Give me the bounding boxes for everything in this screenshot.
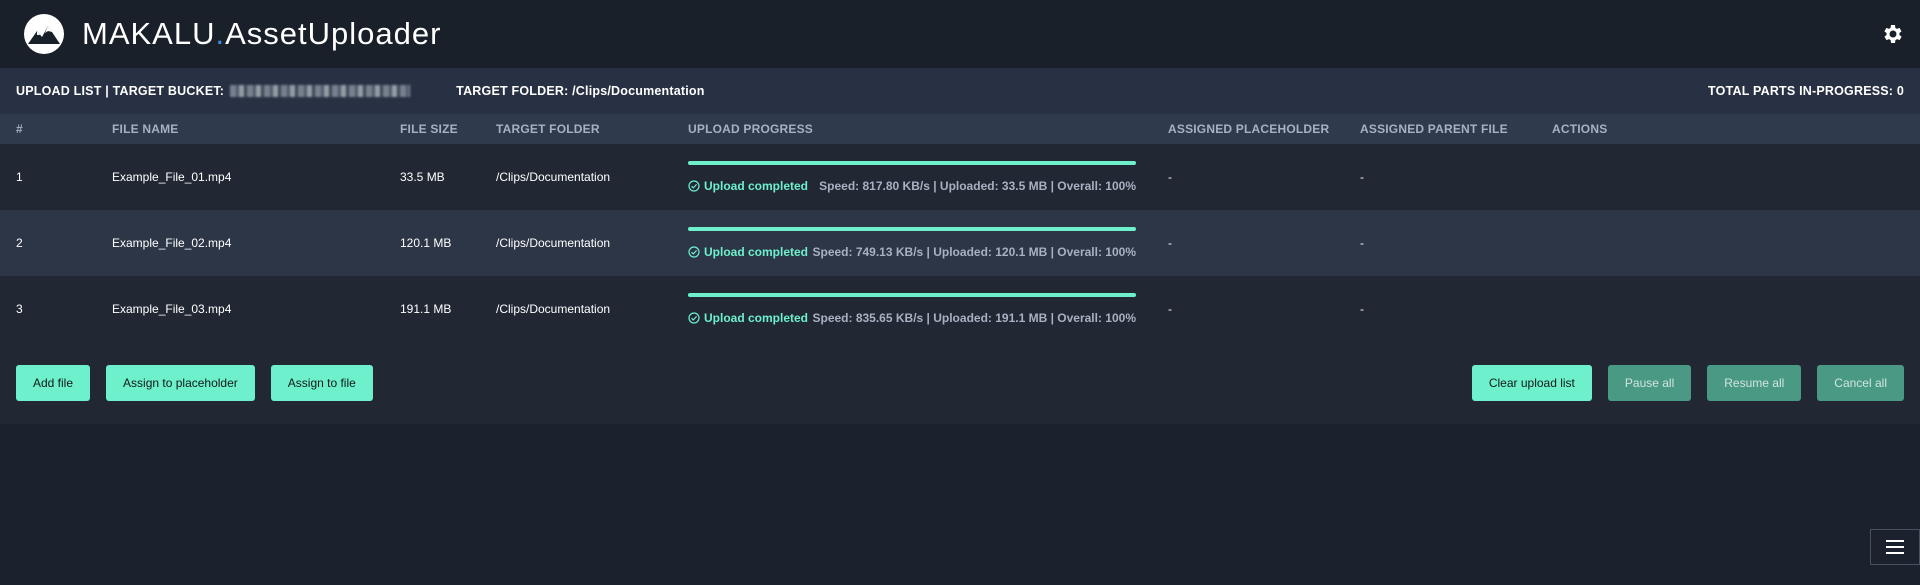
progress-fill: [688, 227, 1136, 231]
row-upload-progress: Upload completed Speed: 749.13 KB/s | Up…: [672, 210, 1152, 276]
menu-line: [1886, 540, 1904, 542]
target-folder-label: TARGET FOLDER: /Clips/Documentation: [456, 84, 705, 98]
progress-fill: [688, 293, 1136, 297]
header-actions: ACTIONS: [1552, 122, 1608, 136]
row-target-folder: /Clips/Documentation: [496, 170, 611, 184]
actions-bar: Add file Assign to placeholder Assign to…: [0, 342, 1920, 424]
brand-product: AssetUploader: [225, 16, 442, 51]
row-upload-progress: Upload completed Speed: 835.65 KB/s | Up…: [672, 276, 1152, 342]
header-assigned-parent-file: ASSIGNED PARENT FILE: [1360, 122, 1508, 136]
upload-table-wrapper: # FILE NAME FILE SIZE TARGET FOLDER UPLO…: [0, 114, 1920, 424]
upload-stats: Speed: 817.80 KB/s | Uploaded: 33.5 MB |…: [819, 179, 1136, 193]
table-row: 1 Example_File_01.mp4 33.5 MB /Clips/Doc…: [0, 144, 1920, 210]
cancel-all-button[interactable]: Cancel all: [1817, 365, 1904, 401]
menu-line: [1886, 546, 1904, 548]
header-index: #: [16, 122, 23, 136]
upload-stats: Speed: 749.13 KB/s | Uploaded: 120.1 MB …: [812, 245, 1136, 259]
assign-to-placeholder-button[interactable]: Assign to placeholder: [106, 365, 255, 401]
upload-stats: Speed: 835.65 KB/s | Uploaded: 191.1 MB …: [812, 311, 1136, 325]
table-row: 2 Example_File_02.mp4 120.1 MB /Clips/Do…: [0, 210, 1920, 276]
row-actions: [1536, 210, 1920, 276]
hamburger-menu-icon[interactable]: [1870, 529, 1920, 565]
check-circle-icon: [688, 312, 700, 324]
target-bucket-value-redacted: [230, 85, 411, 97]
progress-fill: [688, 161, 1136, 165]
row-file-size: 120.1 MB: [400, 236, 452, 250]
upload-info-bar: UPLOAD LIST | TARGET BUCKET: TARGET FOLD…: [0, 68, 1920, 114]
upload-status: Upload completed: [688, 179, 808, 193]
row-file-name: Example_File_01.mp4: [112, 170, 232, 184]
table-header-row: # FILE NAME FILE SIZE TARGET FOLDER UPLO…: [0, 114, 1920, 144]
upload-status: Upload completed: [688, 311, 808, 325]
row-assigned-placeholder: -: [1168, 236, 1172, 250]
upload-table: # FILE NAME FILE SIZE TARGET FOLDER UPLO…: [0, 114, 1920, 342]
menu-line: [1886, 552, 1904, 554]
header-upload-progress: UPLOAD PROGRESS: [688, 122, 814, 136]
row-target-folder: /Clips/Documentation: [496, 302, 611, 316]
total-parts-label: TOTAL PARTS IN-PROGRESS: 0: [1708, 84, 1904, 98]
row-file-size: 191.1 MB: [400, 302, 452, 316]
row-index: 1: [16, 170, 23, 184]
progress-bar: [688, 293, 1136, 297]
row-assigned-parent-file: -: [1360, 170, 1364, 184]
assign-to-file-button[interactable]: Assign to file: [270, 365, 373, 401]
upload-status-text: Upload completed: [704, 179, 809, 193]
check-circle-icon: [688, 246, 700, 258]
upload-status-text: Upload completed: [704, 245, 809, 259]
row-file-size: 33.5 MB: [400, 170, 445, 184]
row-assigned-placeholder: -: [1168, 170, 1172, 184]
upload-status: Upload completed: [688, 245, 808, 259]
brand-name: MAKALU: [82, 16, 216, 51]
upload-list-label: UPLOAD LIST | TARGET BUCKET:: [16, 84, 225, 98]
pause-all-button[interactable]: Pause all: [1607, 365, 1692, 401]
check-circle-icon: [688, 180, 700, 192]
row-index: 3: [16, 302, 23, 316]
row-assigned-parent-file: -: [1360, 302, 1364, 316]
add-file-button[interactable]: Add file: [16, 365, 91, 401]
row-file-name: Example_File_03.mp4: [112, 302, 232, 316]
clear-upload-list-button[interactable]: Clear upload list: [1471, 365, 1592, 401]
mountain-logo-icon: [24, 14, 64, 54]
row-file-name: Example_File_02.mp4: [112, 236, 232, 250]
app-title: MAKALU. AssetUploader: [82, 16, 441, 52]
app-header: MAKALU. AssetUploader: [0, 0, 1920, 68]
header-target-folder: TARGET FOLDER: [496, 122, 600, 136]
row-actions: [1536, 276, 1920, 342]
header-assigned-placeholder: ASSIGNED PLACEHOLDER: [1168, 122, 1330, 136]
progress-bar: [688, 161, 1136, 165]
header-file-size: FILE SIZE: [400, 122, 458, 136]
resume-all-button[interactable]: Resume all: [1707, 365, 1802, 401]
upload-status-text: Upload completed: [704, 311, 809, 325]
brand-dot: .: [215, 16, 226, 51]
table-row: 3 Example_File_03.mp4 191.1 MB /Clips/Do…: [0, 276, 1920, 342]
progress-bar: [688, 227, 1136, 231]
header-file-name: FILE NAME: [112, 122, 179, 136]
row-upload-progress: Upload completed Speed: 817.80 KB/s | Up…: [672, 144, 1152, 210]
row-target-folder: /Clips/Documentation: [496, 236, 611, 250]
row-assigned-parent-file: -: [1360, 236, 1364, 250]
row-index: 2: [16, 236, 23, 250]
row-assigned-placeholder: -: [1168, 302, 1172, 316]
row-actions: [1536, 144, 1920, 210]
gear-icon[interactable]: [1880, 22, 1904, 46]
